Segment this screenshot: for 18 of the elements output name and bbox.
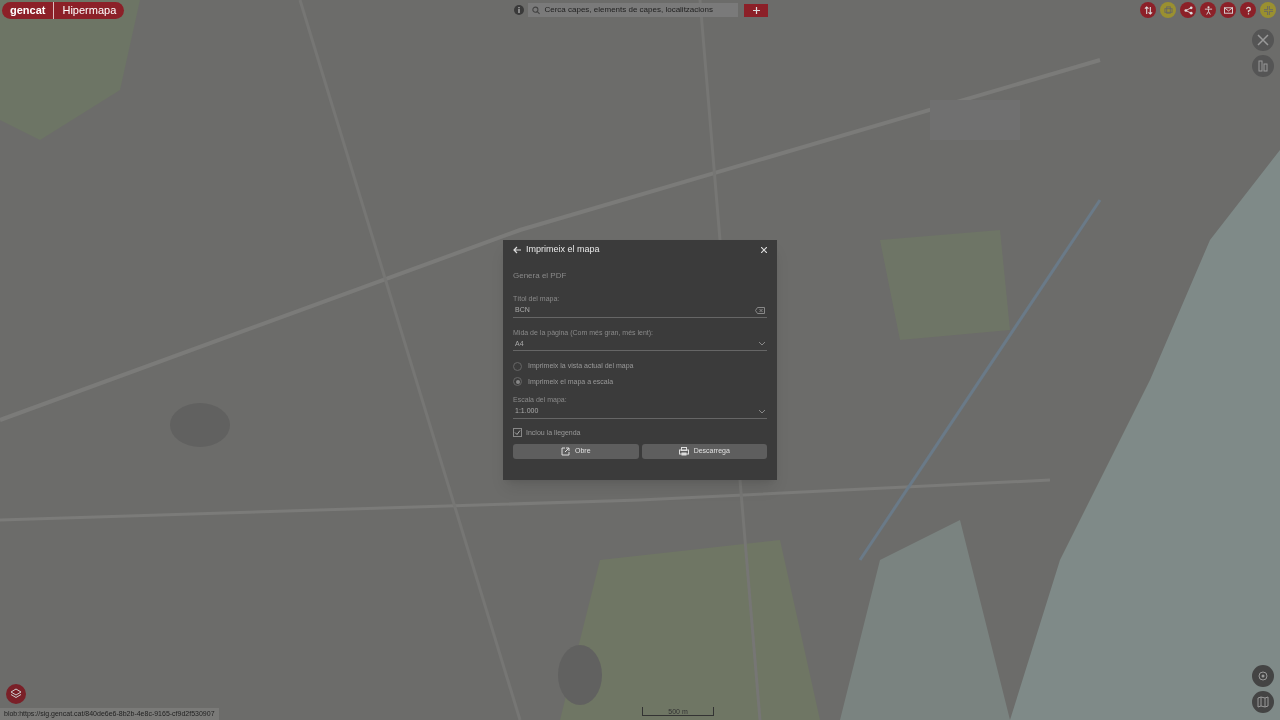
chevron-down-icon	[759, 342, 765, 346]
plus-icon	[752, 6, 760, 14]
checkbox[interactable]	[513, 428, 522, 438]
external-link-icon	[560, 447, 570, 456]
clear-icon[interactable]	[755, 307, 765, 314]
info-icon[interactable]	[514, 5, 524, 15]
search-icon	[532, 5, 541, 15]
dialog-subtitle: Genera el PDF	[513, 270, 568, 282]
brand-logo: gencat	[10, 2, 55, 19]
back-arrow-icon[interactable]	[513, 246, 521, 254]
chevron-down-icon	[759, 409, 765, 414]
app-badge[interactable]: gencat Hipermapa	[2, 2, 125, 19]
printer-icon	[678, 447, 689, 456]
close-icon[interactable]	[761, 247, 767, 253]
app-title: Hipermapa	[61, 3, 117, 19]
search-field[interactable]: Cerca capes, elements de capes, localitzacions	[528, 3, 738, 17]
dialog-title: Imprimeix el mapa	[526, 243, 601, 257]
layers-icon	[10, 688, 22, 700]
